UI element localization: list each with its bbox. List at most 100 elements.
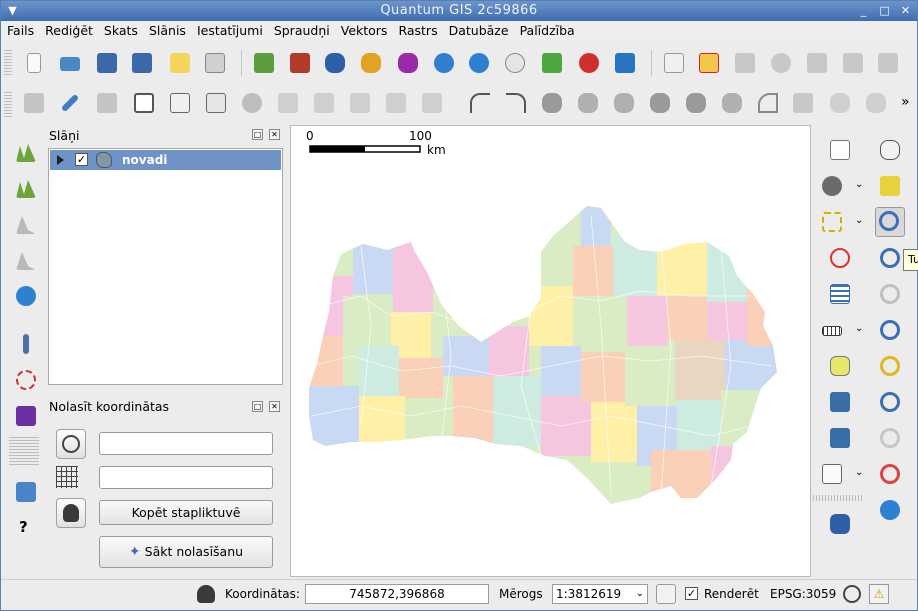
menu-view[interactable]: Skats (98, 21, 143, 38)
refresh-icon[interactable] (877, 497, 903, 523)
full-histogram-icon[interactable] (13, 211, 39, 237)
split-parts-button[interactable] (827, 90, 853, 116)
rotate-point-symbols-button[interactable] (863, 90, 889, 116)
database-help-icon[interactable] (827, 511, 853, 537)
delete-ring-button[interactable] (683, 90, 709, 116)
mouse-icon[interactable] (197, 585, 215, 603)
layers-list[interactable]: ✓ novadi (48, 148, 283, 385)
local-histogram-icon[interactable] (13, 175, 39, 201)
menu-layer[interactable]: Slānis (143, 21, 191, 38)
text-annotation-icon[interactable] (819, 461, 845, 487)
crs-selector-button[interactable] (56, 429, 86, 459)
toolbar-overflow-button[interactable]: » (901, 94, 910, 110)
new-bookmark-icon[interactable] (827, 389, 853, 415)
menu-plugins[interactable]: Spraudņi (268, 21, 335, 38)
toolbar-grip[interactable] (9, 437, 39, 467)
copy-features-button[interactable] (311, 90, 337, 116)
float-panel-icon[interactable]: □ (252, 401, 263, 412)
chevron-down-icon[interactable]: ⌄ (855, 215, 863, 226)
merge-features-button[interactable] (419, 90, 445, 116)
simplify-feature-button[interactable] (539, 90, 565, 116)
save-edits-button[interactable] (94, 90, 120, 116)
add-delimited-text-layer-button[interactable] (539, 50, 565, 76)
pan-to-selection-icon[interactable] (877, 173, 903, 199)
eye-icon[interactable] (768, 50, 794, 76)
move-feature-button[interactable] (167, 90, 193, 116)
gps-icon[interactable] (13, 367, 39, 393)
deselect-icon[interactable] (827, 245, 853, 271)
select-features-icon[interactable] (819, 209, 845, 235)
menu-vector[interactable]: Vektors (335, 21, 393, 38)
remove-layer-button[interactable] (576, 50, 602, 76)
offset-curve-button[interactable] (790, 90, 816, 116)
node-tool-button[interactable] (203, 90, 229, 116)
print-button[interactable] (202, 50, 228, 76)
scale-combobox[interactable]: 1:3812619 ⌄ (552, 584, 648, 604)
tag-icon[interactable] (732, 50, 758, 76)
new-project-button[interactable] (21, 50, 47, 76)
histogram-stretch-icon[interactable] (13, 139, 39, 165)
toolbar-grip[interactable] (4, 50, 12, 76)
current-edits-button[interactable] (21, 90, 47, 116)
new-shapefile-layer-button[interactable] (612, 50, 638, 76)
move-label-icon[interactable] (840, 50, 866, 76)
coordinate-field-1[interactable] (99, 432, 273, 455)
crs-globe-icon[interactable] (843, 585, 861, 603)
add-ring-button[interactable] (575, 90, 601, 116)
map-canvas[interactable]: 0 100 km (290, 125, 811, 577)
pan-hand-icon[interactable] (877, 137, 903, 163)
add-feature-button[interactable] (131, 90, 157, 116)
stop-render-icon[interactable] (656, 584, 676, 604)
add-spatialite-layer-button[interactable] (358, 50, 384, 76)
add-raster-layer-button[interactable] (287, 50, 313, 76)
help-book-icon[interactable] (13, 479, 39, 505)
copy-to-clipboard-button[interactable]: Kopēt stapliktuvē (99, 500, 273, 525)
menu-settings[interactable]: Iestatījumi (191, 21, 268, 38)
zoom-next-icon[interactable] (877, 461, 903, 487)
globe-icon[interactable] (13, 283, 39, 309)
zoom-last-icon[interactable] (877, 425, 903, 451)
attribute-table-icon[interactable] (827, 281, 853, 307)
add-vector-layer-button[interactable] (251, 50, 277, 76)
toolbar-grip[interactable] (813, 495, 863, 501)
fill-ring-button[interactable] (647, 90, 673, 116)
close-icon[interactable]: ✕ (898, 4, 913, 18)
whats-this-icon[interactable]: ? (13, 515, 39, 541)
render-checkbox[interactable]: ✓ (685, 587, 698, 600)
float-panel-icon[interactable]: □ (252, 129, 263, 140)
label-tool-icon[interactable] (804, 50, 830, 76)
add-part-button[interactable] (611, 90, 637, 116)
identify-icon[interactable] (827, 137, 853, 163)
minimize-icon[interactable]: _ (856, 4, 871, 18)
close-panel-icon[interactable]: ✕ (269, 129, 280, 140)
add-mssql-layer-button[interactable] (395, 50, 421, 76)
open-project-button[interactable] (57, 50, 83, 76)
delete-selected-button[interactable] (239, 90, 265, 116)
redo-button[interactable] (503, 90, 529, 116)
paste-features-button[interactable] (347, 90, 373, 116)
menu-database[interactable]: Datubāze (443, 21, 514, 38)
delete-part-button[interactable] (719, 90, 745, 116)
toggle-editing-button[interactable] (57, 90, 83, 116)
plugin-manager-button[interactable] (696, 50, 722, 76)
coordinates-field[interactable]: 745872,396868 (305, 584, 489, 604)
chevron-down-icon[interactable]: ⌄ (855, 323, 863, 334)
toolbar-grip[interactable] (4, 92, 12, 118)
rotate-label-icon[interactable] (875, 50, 901, 76)
menu-raster[interactable]: Rastrs (392, 21, 442, 38)
menu-help[interactable]: Palīdzība (514, 21, 580, 38)
map-tips-icon[interactable] (827, 353, 853, 379)
show-bookmarks-icon[interactable] (827, 425, 853, 451)
gear-icon[interactable] (819, 173, 845, 199)
save-project-button[interactable] (94, 50, 120, 76)
start-capture-button[interactable]: ✦ Sākt nolasīšanu (99, 536, 273, 568)
georeferencer-icon[interactable] (13, 403, 39, 429)
zoom-full-icon[interactable] (877, 317, 903, 343)
add-wfs-layer-button[interactable] (502, 50, 528, 76)
compass-icon[interactable] (13, 331, 39, 357)
chevron-down-icon[interactable]: ⌄ (855, 467, 863, 478)
new-print-composer-button[interactable] (167, 50, 193, 76)
close-panel-icon[interactable]: ✕ (269, 401, 280, 412)
measure-icon[interactable] (819, 317, 845, 343)
add-postgis-layer-button[interactable] (322, 50, 348, 76)
